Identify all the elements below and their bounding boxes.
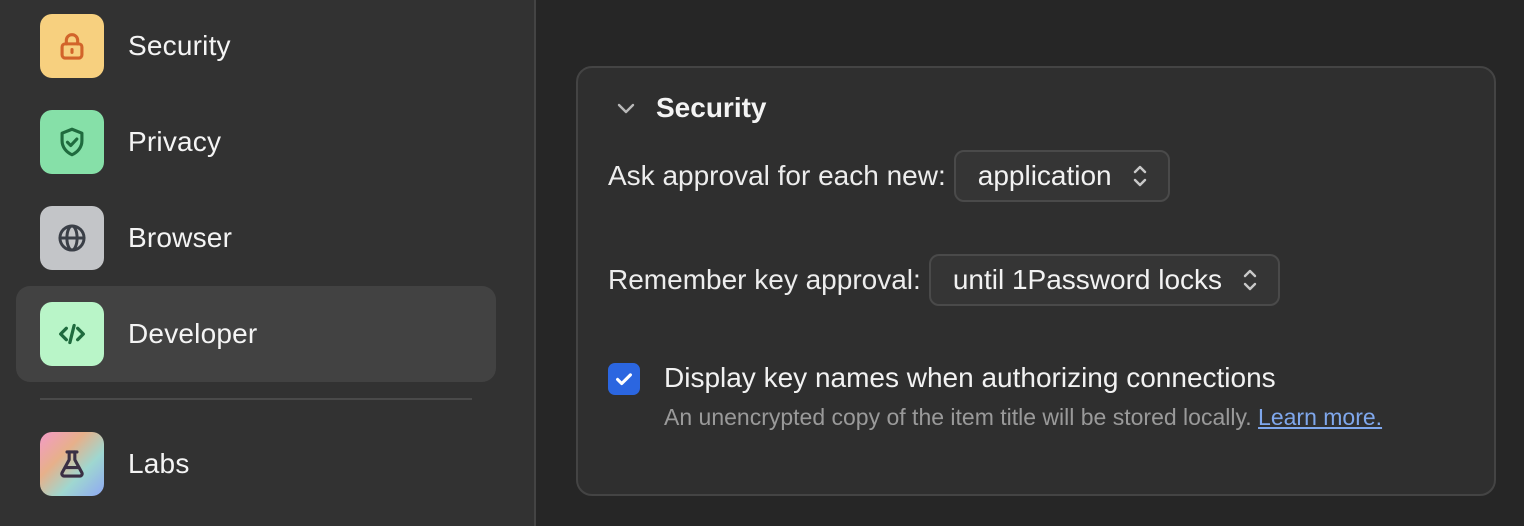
sidebar-item-label: Labs	[128, 448, 190, 479]
main-panel: Security Ask approval for each new: appl…	[536, 0, 1524, 526]
section-title: Security	[656, 92, 767, 123]
shield-check-icon	[40, 110, 104, 174]
settings-window: Security Privacy Browser Developer Labs …	[0, 0, 1524, 526]
display-key-names-row: Display key names when authorizing conne…	[608, 360, 1404, 433]
learn-more-link[interactable]: Learn more.	[1258, 404, 1382, 430]
sidebar-item-label: Security	[128, 30, 231, 61]
remember-approval-select[interactable]: until 1Password locks	[928, 254, 1281, 306]
ask-approval-row: Ask approval for each new: application	[608, 150, 1170, 202]
sidebar-divider	[40, 398, 472, 400]
display-key-names-help: An unencrypted copy of the item title wi…	[664, 402, 1404, 433]
display-key-names-checkbox[interactable]	[608, 363, 640, 395]
ask-approval-value: application	[977, 160, 1112, 191]
display-key-names-text: Display key names when authorizing conne…	[664, 360, 1404, 433]
help-text: An unencrypted copy of the item title wi…	[664, 404, 1259, 430]
security-section-toggle[interactable]: Security	[608, 90, 767, 126]
sidebar-item-developer[interactable]: Developer	[16, 286, 496, 382]
ask-approval-select[interactable]: application	[953, 150, 1170, 202]
sidebar-item-label: Browser	[128, 222, 233, 253]
updown-chevron-icon	[1243, 269, 1257, 291]
lock-icon	[40, 14, 104, 78]
sidebar: Security Privacy Browser Developer Labs	[0, 0, 534, 526]
sidebar-item-security[interactable]: Security	[16, 0, 496, 94]
remember-approval-value: until 1Password locks	[952, 264, 1223, 295]
checkmark-icon	[616, 373, 632, 386]
chevron-down-icon[interactable]	[608, 90, 644, 126]
globe-icon	[40, 206, 104, 270]
updown-chevron-icon	[1133, 165, 1146, 187]
sidebar-item-labs[interactable]: Labs	[16, 416, 496, 512]
sidebar-item-browser[interactable]: Browser	[16, 190, 496, 286]
ask-approval-label: Ask approval for each new:	[608, 160, 946, 191]
security-section-card: Security Ask approval for each new: appl…	[576, 66, 1496, 496]
code-icon	[40, 302, 104, 366]
sidebar-item-label: Privacy	[128, 126, 222, 157]
remember-approval-row: Remember key approval: until 1Password l…	[608, 254, 1281, 306]
flask-icon	[40, 432, 104, 496]
remember-approval-label: Remember key approval:	[608, 264, 921, 295]
sidebar-item-label: Developer	[128, 318, 258, 349]
display-key-names-label[interactable]: Display key names when authorizing conne…	[664, 360, 1404, 396]
sidebar-item-privacy[interactable]: Privacy	[16, 94, 496, 190]
